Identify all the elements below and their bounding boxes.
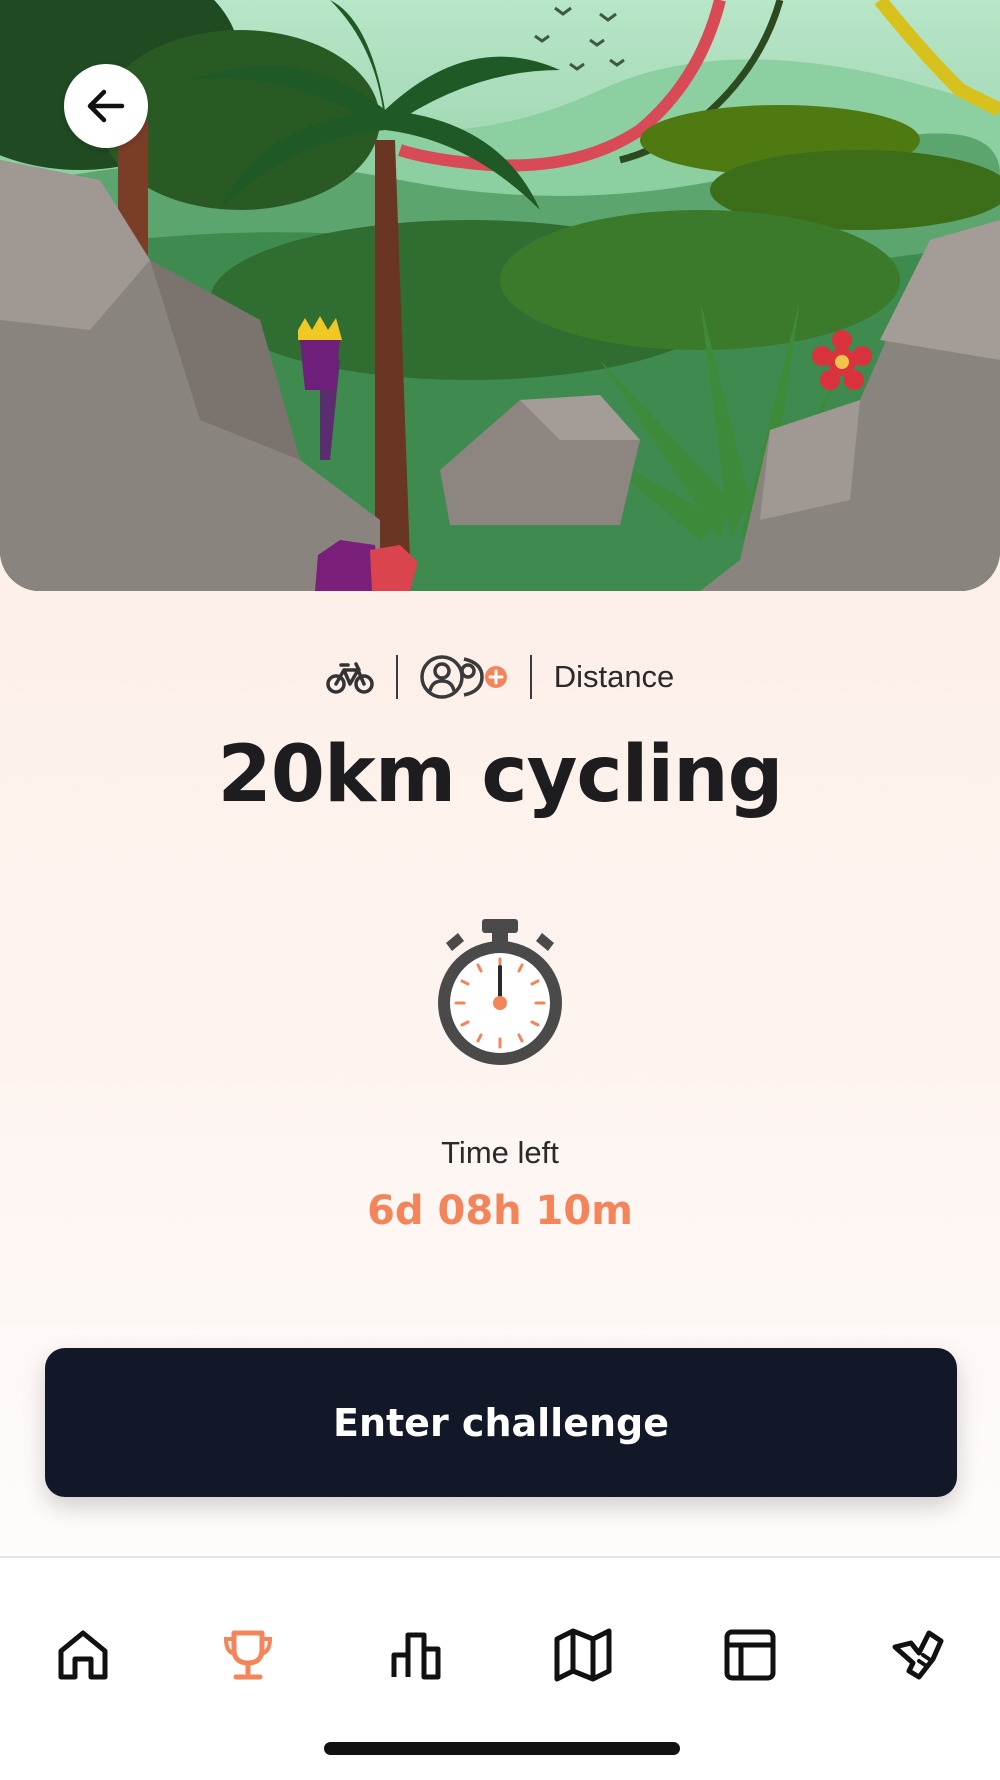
back-button[interactable] [64, 64, 148, 148]
meta-divider [395, 655, 398, 699]
bar-chart-icon [391, 1632, 441, 1680]
home-icon [58, 1630, 108, 1680]
enter-challenge-button[interactable]: Enter challenge [45, 1348, 957, 1497]
tab-stats[interactable] [361, 1600, 471, 1710]
jungle-scene-image [0, 0, 1000, 591]
shoe-icon [892, 1630, 944, 1680]
bicycle-icon [325, 662, 374, 694]
tab-layout[interactable] [695, 1600, 805, 1710]
tab-home[interactable] [28, 1600, 138, 1710]
tab-gear[interactable] [862, 1600, 972, 1710]
time-left-value: 6d 08h 10m [367, 1188, 633, 1234]
map-icon [554, 1628, 612, 1682]
time-left-label: Time left [441, 1135, 559, 1170]
home-indicator [324, 1742, 680, 1755]
meta-divider [529, 655, 532, 699]
trophy-icon [223, 1630, 273, 1680]
arrow-left-icon [87, 89, 125, 123]
stopwatch-icon [438, 919, 562, 1065]
challenge-meta-row: Distance [0, 650, 1000, 704]
add-participants-icon [419, 655, 507, 699]
layout-icon [724, 1629, 776, 1681]
challenge-category: Distance [553, 659, 675, 694]
challenge-title: 20km cycling [217, 730, 783, 820]
tab-map[interactable] [528, 1600, 638, 1710]
tab-challenges[interactable] [193, 1600, 303, 1710]
hero-illustration [0, 0, 1000, 591]
